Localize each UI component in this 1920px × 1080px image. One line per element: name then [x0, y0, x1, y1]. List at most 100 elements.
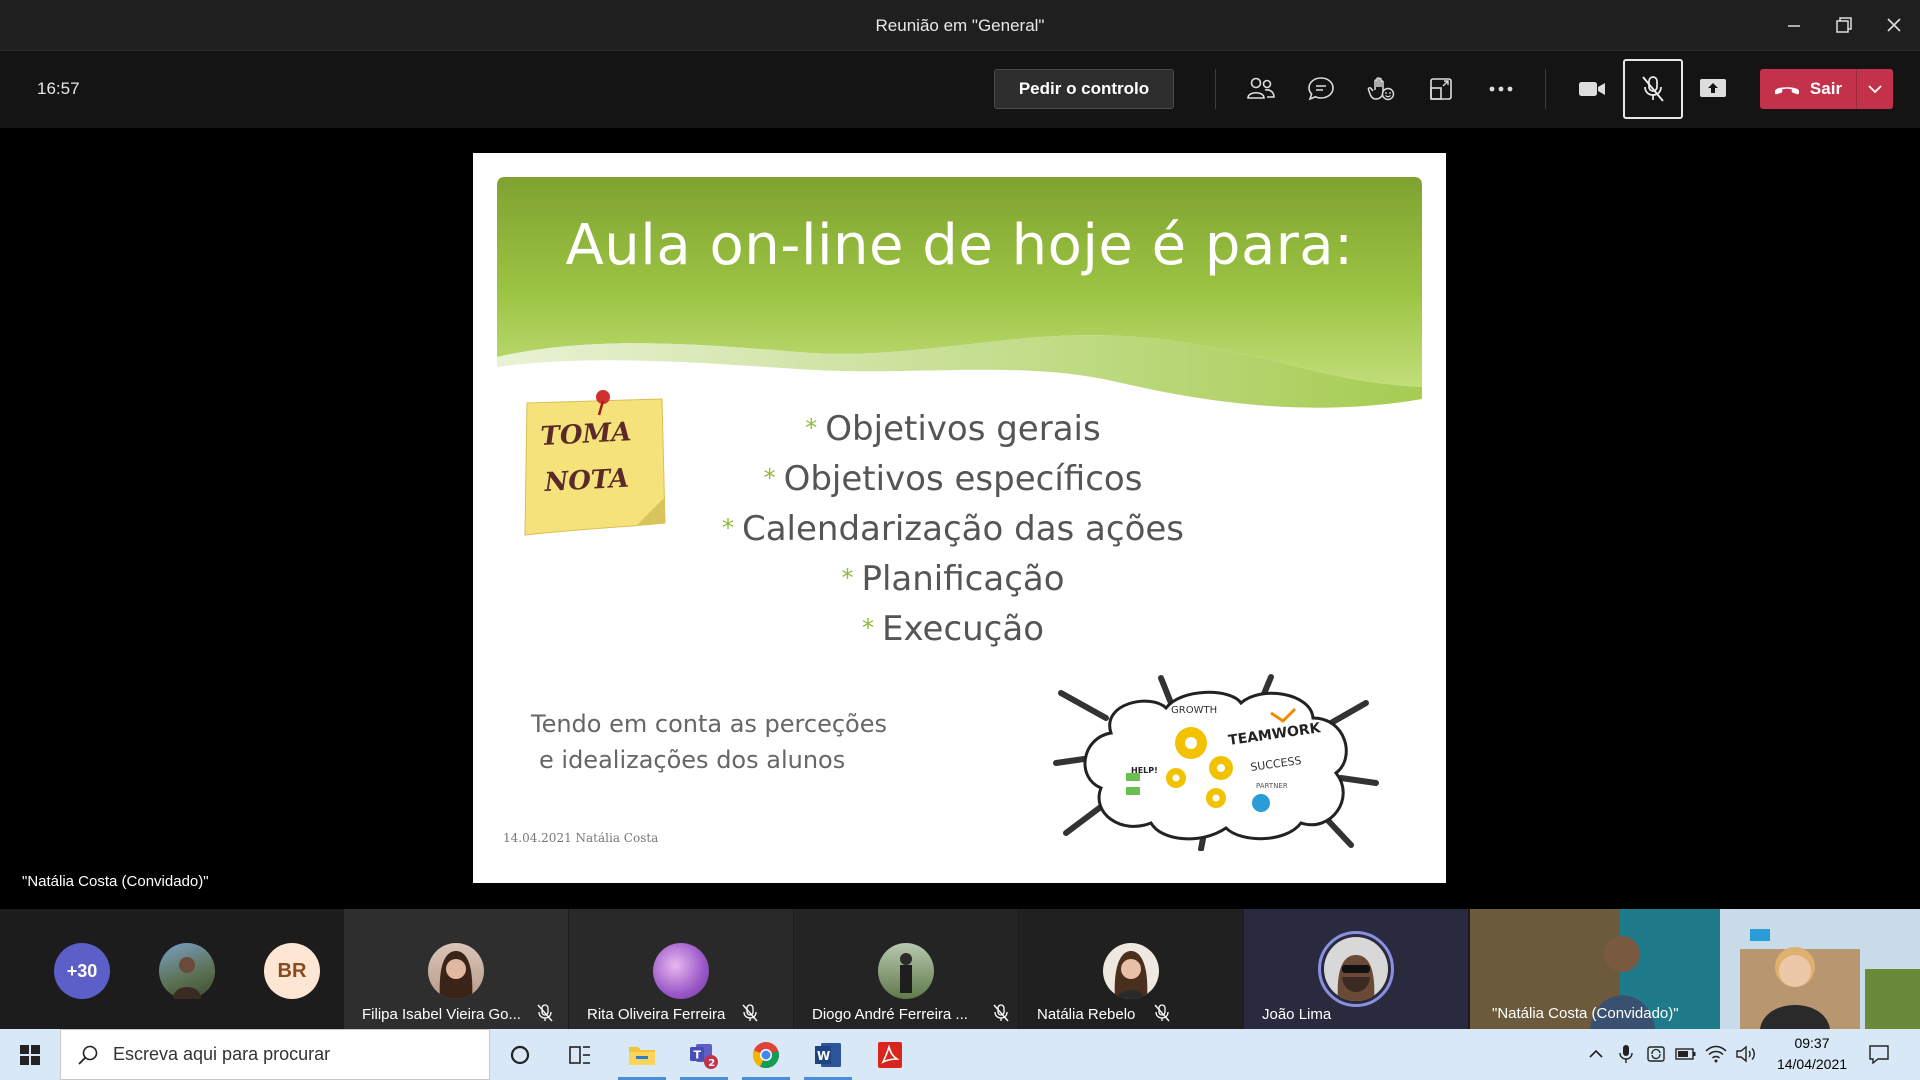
rooms-button[interactable] [1419, 69, 1463, 109]
bullet-item: * Objetivos gerais [805, 409, 1101, 449]
taskbar-clock[interactable]: 09:37 14/04/2021 [1752, 1033, 1872, 1075]
wifi-icon [1705, 1045, 1727, 1063]
slide-bullet-list: * Objetivos gerais * Objetivos específicos… [693, 403, 1213, 653]
microphone-icon [1619, 1045, 1633, 1063]
taskbar-search-box[interactable]: Escreva aqui para procurar [60, 1029, 490, 1080]
person-photo-icon [1114, 951, 1148, 999]
person-photo-icon [439, 951, 473, 999]
tray-sync[interactable] [1645, 1043, 1667, 1065]
word-icon: W [815, 1042, 841, 1067]
folder-icon [629, 1046, 655, 1065]
leave-call-main[interactable]: Sair [1760, 69, 1856, 109]
windows-logo-icon [20, 1044, 40, 1065]
note-word-2: NOTA [543, 464, 630, 498]
tray-wifi[interactable] [1705, 1043, 1727, 1065]
slide-title: Aula on-line de hoje é para: [565, 213, 1354, 278]
participant-tile[interactable]: Filipa Isabel Vieira Go... [344, 909, 568, 1029]
taskbar-acrobat[interactable] [860, 1029, 920, 1080]
microphone-off-icon [537, 1004, 553, 1022]
clock-date: 14/04/2021 [1776, 1056, 1848, 1072]
more-icon [1489, 86, 1513, 92]
participant-tile-speaking[interactable]: João Lima [1244, 909, 1468, 1029]
task-view-button[interactable] [550, 1029, 610, 1080]
microphone-off-icon [1154, 1004, 1170, 1022]
reactions-button[interactable] [1359, 69, 1403, 109]
search-icon [78, 1045, 98, 1065]
presenter-name-label: "Natália Costa (Convidado)" [22, 873, 209, 890]
person-photo-icon [900, 953, 912, 993]
participant-name: "Natália Costa (Convidado)" [1492, 1005, 1679, 1022]
participant-avatar-photo[interactable] [159, 943, 215, 999]
bullet-item: * Calendarização das ações [721, 509, 1185, 549]
participant-name: Diogo André Ferreira ... [812, 1006, 968, 1023]
teams-icon: T2 [690, 1043, 718, 1069]
bullet-item: * Execução [861, 609, 1045, 649]
share-screen-icon [1700, 79, 1726, 97]
restore-icon [1836, 17, 1852, 33]
taskbar-file-explorer[interactable] [612, 1029, 672, 1080]
participant-tile[interactable]: Rita Oliveira Ferreira [569, 909, 793, 1029]
participants-strip: +30 BR Filipa Isabel Vieira Go... Rita O… [0, 909, 1920, 1029]
restore-button[interactable] [1822, 8, 1866, 42]
slide-footer: 14.04.2021 Natália Costa [503, 831, 659, 845]
participant-initials-avatar[interactable]: BR [264, 943, 320, 999]
more-actions-button[interactable] [1479, 69, 1523, 109]
start-button[interactable] [0, 1029, 60, 1080]
partner-label: PARTNER [1256, 782, 1288, 790]
close-icon [1887, 18, 1901, 32]
meeting-clock: 16:57 [37, 79, 80, 98]
note-word-1: TOMA [540, 417, 632, 452]
leave-options-button[interactable] [1856, 69, 1893, 109]
toolbar-divider [1545, 69, 1546, 109]
participant-name: Filipa Isabel Vieira Go... [362, 1006, 521, 1023]
task-view-icon [569, 1045, 590, 1064]
avatar [1103, 943, 1159, 999]
share-button[interactable] [1691, 69, 1735, 109]
action-center-button[interactable] [1868, 1043, 1890, 1065]
raise-hand-icon [1367, 77, 1395, 101]
tray-overflow-button[interactable] [1585, 1043, 1607, 1065]
minimize-icon [1788, 25, 1800, 27]
avatar [653, 943, 709, 999]
participant-name: João Lima [1262, 1006, 1332, 1023]
notification-icon [1869, 1045, 1889, 1064]
avatar [878, 943, 934, 999]
slide-note-text: Tendo em conta as perceções e idealizaçõ… [531, 710, 888, 774]
leave-button[interactable]: Sair [1760, 69, 1893, 109]
clock-time: 09:37 [1794, 1035, 1830, 1051]
taskbar-chrome[interactable] [736, 1029, 796, 1080]
more-participants-button[interactable]: +30 [54, 943, 110, 999]
participant-video-tile[interactable]: "Natália Costa (Convidado)" [1470, 909, 1920, 1029]
teamwork-illustration: GROWTH TEAMWORK SUCCESS PARTNER HELP! [1053, 674, 1379, 851]
tray-battery[interactable] [1675, 1043, 1697, 1065]
meeting-toolbar: 16:57 Pedir o controlo Sair [0, 50, 1920, 128]
avatar [1324, 937, 1388, 1001]
battery-icon [1675, 1048, 1696, 1060]
breakout-rooms-icon [1430, 78, 1452, 100]
minimize-button[interactable] [1772, 8, 1816, 42]
svg-text:T: T [694, 1048, 702, 1061]
participant-tile[interactable]: Natália Rebelo [1019, 909, 1243, 1029]
video-camera-icon [1579, 82, 1605, 96]
chat-button[interactable] [1299, 69, 1343, 109]
window-title: Reunião em "General" [875, 16, 1045, 35]
camera-button[interactable] [1570, 69, 1614, 109]
participants-button[interactable] [1239, 69, 1283, 109]
bullet-marker: * [861, 614, 874, 642]
help-label: HELP! [1131, 766, 1158, 775]
close-button[interactable] [1872, 8, 1916, 42]
people-icon [1247, 77, 1275, 99]
taskbar-word[interactable]: W [798, 1029, 858, 1080]
sticky-note-image: TOMA NOTA [524, 390, 666, 536]
pdf-reader-icon [878, 1041, 902, 1068]
presentation-slide: Aula on-line de hoje é para: TOMA NOTA *… [473, 153, 1446, 883]
request-control-button[interactable]: Pedir o controlo [994, 69, 1174, 109]
sync-icon [1647, 1046, 1665, 1062]
microphone-button[interactable] [1623, 59, 1683, 119]
tray-microphone[interactable] [1615, 1043, 1637, 1065]
cortana-button[interactable] [490, 1029, 550, 1080]
participant-tile[interactable]: Diogo André Ferreira ... [794, 909, 1018, 1029]
taskbar-teams[interactable]: T2 [674, 1029, 734, 1080]
bullet-marker: * [841, 564, 854, 592]
chat-icon [1308, 77, 1334, 101]
